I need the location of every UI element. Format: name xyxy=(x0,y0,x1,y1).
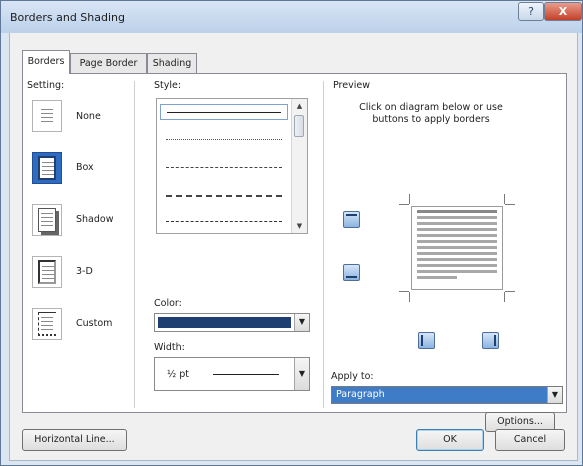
preview-instructions-line2: buttons to apply borders xyxy=(372,114,490,125)
chevron-down-icon[interactable]: ▼ xyxy=(294,358,309,390)
setting-3d-icon[interactable] xyxy=(32,256,62,288)
preview-diagram[interactable] xyxy=(399,194,515,302)
style-small-dash-item[interactable] xyxy=(160,160,288,176)
color-dropdown[interactable]: ▼ xyxy=(154,313,310,332)
setting-shadow-icon[interactable] xyxy=(32,204,62,236)
setting-3d-label[interactable]: 3-D xyxy=(76,266,93,277)
ok-button-label: OK xyxy=(443,434,457,445)
ok-button[interactable]: OK xyxy=(416,429,484,451)
left-border-icon xyxy=(421,335,423,346)
column-divider-right xyxy=(323,81,324,408)
tab-shading[interactable]: Shading xyxy=(147,53,197,73)
setting-none-icon[interactable] xyxy=(32,100,62,132)
width-value: ½ pt xyxy=(167,369,189,380)
tab-borders-label: Borders xyxy=(27,56,65,67)
setting-none-label[interactable]: None xyxy=(76,111,101,122)
cancel-button[interactable]: Cancel xyxy=(495,429,565,451)
style-dashed-item[interactable] xyxy=(160,188,288,204)
setting-custom-icon[interactable] xyxy=(32,308,62,340)
right-border-icon xyxy=(494,335,496,346)
bottom-border-button[interactable] xyxy=(343,264,360,281)
setting-box-icon[interactable] xyxy=(32,152,62,184)
chevron-down-icon[interactable]: ▼ xyxy=(294,314,309,331)
right-border-button[interactable] xyxy=(482,332,499,349)
tab-page-border[interactable]: Page Border xyxy=(70,53,147,73)
preview-instructions: Click on diagram below or use buttons to… xyxy=(356,102,506,126)
top-border-button[interactable] xyxy=(343,211,360,228)
apply-to-label: Apply to: xyxy=(331,371,374,382)
style-label: Style: xyxy=(154,80,182,91)
setting-box-label[interactable]: Box xyxy=(76,162,94,173)
setting-custom-label[interactable]: Custom xyxy=(76,318,112,329)
borders-shading-dialog: Borders and Shading ? X Borders Page Bor… xyxy=(0,0,583,466)
options-button-label: Options... xyxy=(497,416,543,427)
setting-label: Setting: xyxy=(27,80,65,91)
style-dotted-item[interactable] xyxy=(160,132,288,148)
close-button[interactable]: X xyxy=(544,2,582,21)
help-icon: ? xyxy=(528,5,534,18)
preview-label: Preview xyxy=(333,80,370,91)
bottom-border-icon xyxy=(346,276,357,278)
color-label: Color: xyxy=(154,298,182,309)
scroll-up-icon[interactable]: ▲ xyxy=(292,99,307,113)
help-button[interactable]: ? xyxy=(518,2,544,21)
apply-to-value: Paragraph xyxy=(336,389,385,400)
left-border-button[interactable] xyxy=(418,332,435,349)
chevron-down-icon[interactable]: ▼ xyxy=(547,387,562,403)
scroll-thumb[interactable] xyxy=(294,115,304,137)
style-listbox[interactable]: ▲ ▼ xyxy=(156,98,308,234)
cancel-button-label: Cancel xyxy=(513,434,547,445)
horizontal-line-button-label: Horizontal Line... xyxy=(34,434,115,445)
borders-tab-panel: Setting: None Box Shadow 3-D Custom Styl… xyxy=(22,73,567,432)
close-icon: X xyxy=(558,5,568,18)
dialog-body: Borders Page Border Shading Setting: Non… xyxy=(9,33,578,461)
setting-shadow-label[interactable]: Shadow xyxy=(76,214,114,225)
dialog-title: Borders and Shading xyxy=(10,11,125,24)
style-solid-item[interactable] xyxy=(160,104,288,120)
color-swatch xyxy=(158,317,291,328)
scroll-down-icon[interactable]: ▼ xyxy=(292,219,307,233)
style-dash-dot-item[interactable] xyxy=(160,214,288,230)
width-sample-line xyxy=(213,374,279,375)
width-label: Width: xyxy=(154,342,185,353)
preview-instructions-line1: Click on diagram below or use xyxy=(359,102,503,113)
top-border-icon xyxy=(346,214,357,216)
column-divider-left xyxy=(134,81,135,408)
apply-to-dropdown[interactable]: Paragraph ▼ xyxy=(331,386,563,404)
title-bar[interactable]: Borders and Shading ? X xyxy=(1,1,582,33)
tab-shading-label: Shading xyxy=(152,58,192,69)
style-scrollbar[interactable]: ▲ ▼ xyxy=(291,99,307,233)
tab-page-border-label: Page Border xyxy=(79,58,138,69)
width-dropdown[interactable]: ½ pt ▼ xyxy=(154,357,310,391)
horizontal-line-button[interactable]: Horizontal Line... xyxy=(22,429,127,451)
tab-borders[interactable]: Borders xyxy=(22,50,70,74)
